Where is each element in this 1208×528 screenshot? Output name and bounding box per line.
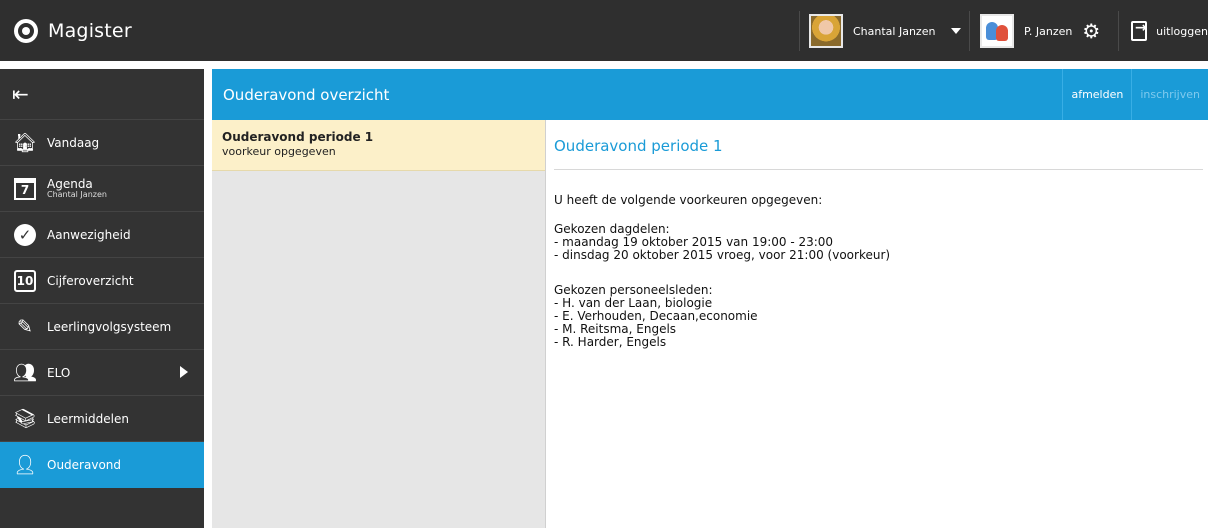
sidebar-item-label: ELO: [47, 365, 71, 380]
logout-label: uitloggen: [1156, 24, 1208, 38]
parent-avatar-icon: [980, 14, 1014, 48]
list-item-title: Ouderavond periode 1: [222, 130, 374, 144]
sidebar-item-label: Vandaag: [47, 135, 100, 150]
page-title: Ouderavond overzicht: [223, 85, 390, 104]
divider: [554, 169, 1203, 170]
personeel-group: Gekozen personeelsleden: - H. van der La…: [554, 282, 1208, 349]
chevron-right-icon: [180, 366, 188, 378]
logout-icon: [1131, 20, 1148, 41]
sidebar-item-label: Leermiddelen: [47, 411, 129, 426]
dagdelen-group: Gekozen dagdelen: - maandag 19 oktober 2…: [554, 221, 1208, 262]
inschrijven-button[interactable]: inschrijven: [1131, 69, 1208, 120]
grade-icon: 10: [12, 268, 38, 294]
menu-collapse-icon: ⇤: [12, 82, 29, 106]
parent-account[interactable]: P. Janzen ⚙: [969, 11, 1118, 51]
user-switcher[interactable]: Chantal Janzen: [799, 11, 969, 51]
calendar-icon: 7: [12, 176, 38, 202]
sidebar-item-agenda[interactable]: 7 Agenda Chantal Janzen: [0, 166, 204, 212]
detail-pane: Ouderavond periode 1 U heeft de volgende…: [547, 120, 1208, 528]
main-header: Ouderavond overzicht afmelden inschrijve…: [212, 69, 1208, 120]
list-item[interactable]: Ouderavond periode 1 voorkeur opgegeven: [212, 120, 545, 171]
check-icon: ✓: [12, 222, 38, 248]
collapse-menu-button[interactable]: ⇤: [0, 69, 204, 120]
personeel-line: - H. van der Laan, biologie: [554, 295, 713, 310]
chevron-down-icon[interactable]: [951, 28, 962, 34]
user-avatar: [809, 14, 843, 48]
group-icon: 👥︎: [12, 362, 38, 384]
books-icon: 📚︎: [12, 408, 38, 430]
sidebar-item-label: Ouderavond: [47, 457, 122, 472]
sidebar-item-label: Cijferoverzicht: [47, 273, 134, 288]
list-item-subtitle: voorkeur opgegeven: [222, 145, 336, 158]
magister-logo-icon: [14, 18, 38, 43]
ouderavond-list: Ouderavond periode 1 voorkeur opgegeven: [212, 120, 546, 528]
sidebar-item-label: Agenda: [47, 177, 93, 191]
chat-person-icon: 👤︎: [12, 454, 38, 476]
parent-name: P. Janzen: [1024, 24, 1073, 38]
sidebar-item-sublabel: Chantal Janzen: [47, 189, 107, 199]
app-name: Magister: [48, 19, 132, 42]
detail-title: Ouderavond periode 1: [554, 137, 723, 155]
home-icon: 🏠︎: [12, 132, 38, 154]
sidebar-item-leerlingvolgsysteem[interactable]: ✎ Leerlingvolgsysteem: [0, 304, 204, 350]
gear-icon[interactable]: ⚙: [1082, 21, 1100, 41]
user-name: Chantal Janzen: [853, 24, 936, 38]
sidebar-item-aanwezigheid[interactable]: ✓ Aanwezigheid: [0, 212, 204, 258]
sidebar: ⇤ 🏠︎ Vandaag 7 Agenda Chantal Janzen ✓ A…: [0, 61, 204, 528]
sidebar-item-cijferoverzicht[interactable]: 10 Cijferoverzicht: [0, 258, 204, 304]
detail-intro: U heeft de volgende voorkeuren opgegeven…: [554, 193, 823, 207]
personeel-line: - R. Harder, Engels: [554, 334, 667, 349]
sidebar-item-leermiddelen[interactable]: 📚︎ Leermiddelen: [0, 396, 204, 442]
top-bar: Magister Chantal Janzen P. Janzen ⚙ uitl…: [0, 0, 1208, 61]
dagdelen-heading: Gekozen dagdelen:: [554, 221, 670, 236]
dagdeel-line: - dinsdag 20 oktober 2015 vroeg, voor 21…: [554, 247, 891, 262]
sidebar-item-elo[interactable]: 👥︎ ELO: [0, 350, 204, 396]
sidebar-item-ouderavond[interactable]: 👤︎ Ouderavond: [0, 442, 204, 488]
logout-button[interactable]: uitloggen: [1118, 11, 1208, 51]
sidebar-item-vandaag[interactable]: 🏠︎ Vandaag: [0, 120, 204, 166]
personeel-heading: Gekozen personeelsleden:: [554, 282, 713, 297]
detail-body: U heeft de volgende voorkeuren opgegeven…: [554, 194, 1208, 349]
dagdeel-line: - maandag 19 oktober 2015 van 19:00 - 23…: [554, 234, 834, 249]
notebook-icon: ✎: [17, 315, 33, 338]
brand[interactable]: Magister: [14, 0, 132, 61]
sidebar-item-label: Leerlingvolgsysteem: [47, 319, 172, 334]
personeel-line: - E. Verhouden, Decaan,economie: [554, 308, 758, 323]
afmelden-button[interactable]: afmelden: [1062, 69, 1131, 120]
sidebar-item-label: Aanwezigheid: [47, 227, 131, 242]
personeel-line: - M. Reitsma, Engels: [554, 321, 677, 336]
